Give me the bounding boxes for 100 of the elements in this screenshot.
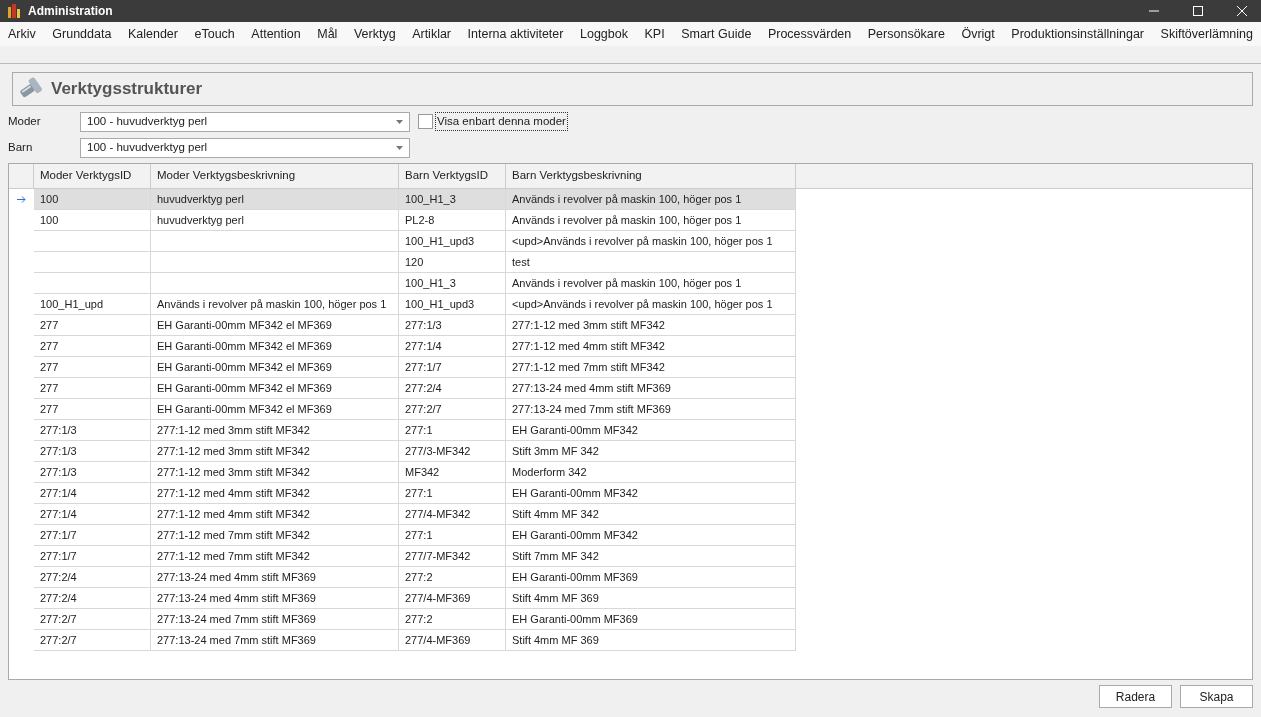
table-cell: 277/7-MF342 [399, 546, 506, 567]
table-cell: huvudverktyg perl [151, 210, 399, 231]
table-cell: 277:1 [399, 420, 506, 441]
table-cell: 277:1/7 [34, 546, 151, 567]
menu-item[interactable]: Övrigt [961, 24, 995, 44]
table-cell: 277:2 [399, 609, 506, 630]
table-cell: Stift 3mm MF 342 [506, 441, 796, 462]
table-cell: PL2-8 [399, 210, 506, 231]
menu-item[interactable]: Attention [251, 24, 301, 44]
table-cell: Stift 4mm MF 342 [506, 504, 796, 525]
menu-item[interactable]: Kalender [127, 24, 178, 44]
table-cell: 100_H1_upd3 [399, 231, 506, 252]
table-cell: 277 [34, 336, 151, 357]
table-cell: 277:13-24 med 7mm stift MF369 [506, 399, 796, 420]
page-title: Verktygsstrukturer [51, 78, 203, 101]
table-cell: Används i revolver på maskin 100, höger pos 1 [506, 273, 796, 294]
table-cell: 277:1-12 med 7mm stift MF342 [151, 525, 399, 546]
menu-item[interactable]: Smart Guide [681, 24, 752, 44]
table-cell: test [506, 252, 796, 273]
table-cell: 100 [34, 210, 151, 231]
column-header[interactable]: Barn Verktygsbeskrivning [506, 164, 796, 188]
menu-item[interactable]: Loggbok [580, 24, 628, 44]
table-cell: 277:1/4 [34, 504, 151, 525]
table-cell: 277:1/3 [34, 462, 151, 483]
table-cell: 277:1-12 med 7mm stift MF342 [506, 357, 796, 378]
table-cell: <upd>Används i revolver på maskin 100, höger pos 1 [506, 294, 796, 315]
table-cell: Används i revolver på maskin 100, höger pos 1 [506, 210, 796, 231]
checkbox[interactable] [418, 114, 433, 129]
table-cell: 277:1/7 [399, 357, 506, 378]
table-cell: Moderform 342 [506, 462, 796, 483]
table-cell: EH Garanti-00mm MF342 el MF369 [151, 399, 399, 420]
menu-item[interactable]: eTouch [194, 24, 235, 44]
table-cell: 277:2/7 [399, 399, 506, 420]
table-cell: 277:2/7 [34, 609, 151, 630]
action-button[interactable]: Skapa [1180, 685, 1253, 708]
table-cell: 277:2/4 [34, 588, 151, 609]
menu-item[interactable]: Arkiv [8, 24, 36, 44]
table-cell: 277 [34, 399, 151, 420]
table-cell: Stift 4mm MF 369 [506, 588, 796, 609]
menu-item[interactable]: Mål [317, 24, 338, 44]
table-cell: 277 [34, 315, 151, 336]
table-cell: 100_H1_upd3 [399, 294, 506, 315]
caret-icon [396, 119, 403, 124]
table-cell: <upd>Används i revolver på maskin 100, höger pos 1 [506, 231, 796, 252]
menu-item[interactable]: Verktyg [353, 24, 396, 44]
close-icon[interactable] [1237, 6, 1247, 16]
table-cell: 277:1/3 [34, 420, 151, 441]
checkbox-label[interactable]: Visa enbart denna moder [435, 111, 568, 132]
dropdown[interactable]: 100 - huvudverktyg perl [80, 111, 410, 132]
table-cell: huvudverktyg perl [151, 189, 399, 210]
table-cell: 277:1-12 med 3mm stift MF342 [506, 315, 796, 336]
table-cell: 277:13-24 med 4mm stift MF369 [151, 588, 399, 609]
table-cell: 277:13-24 med 4mm stift MF369 [151, 567, 399, 588]
table-cell: 277 [34, 378, 151, 399]
table-cell: 100 [34, 189, 151, 210]
table-cell: Stift 4mm MF 369 [506, 630, 796, 651]
table-cell: Används i revolver på maskin 100, höger pos 1 [151, 294, 399, 315]
window-title: Administration [28, 3, 113, 20]
column-header[interactable]: Moder VerktygsID [34, 164, 151, 188]
table-cell: 277:1 [399, 525, 506, 546]
table-cell: 277:13-24 med 7mm stift MF369 [151, 630, 399, 651]
action-button[interactable]: Radera [1099, 685, 1172, 708]
table-cell: 277:1-12 med 3mm stift MF342 [151, 441, 399, 462]
table-cell: 100_H1_3 [399, 273, 506, 294]
table-cell: EH Garanti-00mm MF342 el MF369 [151, 315, 399, 336]
table-cell: 277:1-12 med 4mm stift MF342 [151, 504, 399, 525]
column-header[interactable]: Moder Verktygsbeskrivning [151, 164, 399, 188]
table-cell: 277:1/4 [399, 336, 506, 357]
dropdown[interactable]: 100 - huvudverktyg perl [80, 137, 410, 158]
menu-item[interactable]: Grunddata [52, 24, 112, 44]
table-cell: MF342 [399, 462, 506, 483]
menu-item[interactable]: Skiftöverlämning [1160, 24, 1253, 44]
table-cell: EH Garanti-00mm MF369 [506, 609, 796, 630]
column-header[interactable]: Barn VerktygsID [399, 164, 506, 188]
table-cell: 277:2 [399, 567, 506, 588]
table-cell: 277/4-MF342 [399, 504, 506, 525]
menu-item[interactable]: Produktionsinställningar [1011, 24, 1145, 44]
menu-item[interactable]: KPI [644, 24, 665, 44]
table-cell: EH Garanti-00mm MF342 [506, 420, 796, 441]
field-label: Moder [8, 113, 42, 129]
table-cell: EH Garanti-00mm MF342 el MF369 [151, 378, 399, 399]
menu-item[interactable]: Interna aktiviteter [467, 24, 564, 44]
menu-item[interactable]: Personsökare [867, 24, 945, 44]
table-cell: EH Garanti-00mm MF342 [506, 483, 796, 504]
table-cell: 100_H1_upd [34, 294, 151, 315]
table-cell: 277:1 [399, 483, 506, 504]
table-cell: 277:1/3 [399, 315, 506, 336]
table-cell: 277:1-12 med 4mm stift MF342 [151, 483, 399, 504]
field-label: Barn [8, 139, 34, 155]
maximize-icon[interactable] [1193, 6, 1203, 16]
table-cell: 277:13-24 med 4mm stift MF369 [506, 378, 796, 399]
menu-item[interactable]: Processvärden [767, 24, 852, 44]
table-cell: 120 [399, 252, 506, 273]
table-cell: 277:1-12 med 7mm stift MF342 [151, 546, 399, 567]
table-cell: 100_H1_3 [399, 189, 506, 210]
table-cell: 277:1-12 med 3mm stift MF342 [151, 462, 399, 483]
table-cell: 277:1/3 [34, 441, 151, 462]
table-cell: 277/4-MF369 [399, 588, 506, 609]
table-cell: 277:2/4 [399, 378, 506, 399]
menu-item[interactable]: Artiklar [412, 24, 452, 44]
